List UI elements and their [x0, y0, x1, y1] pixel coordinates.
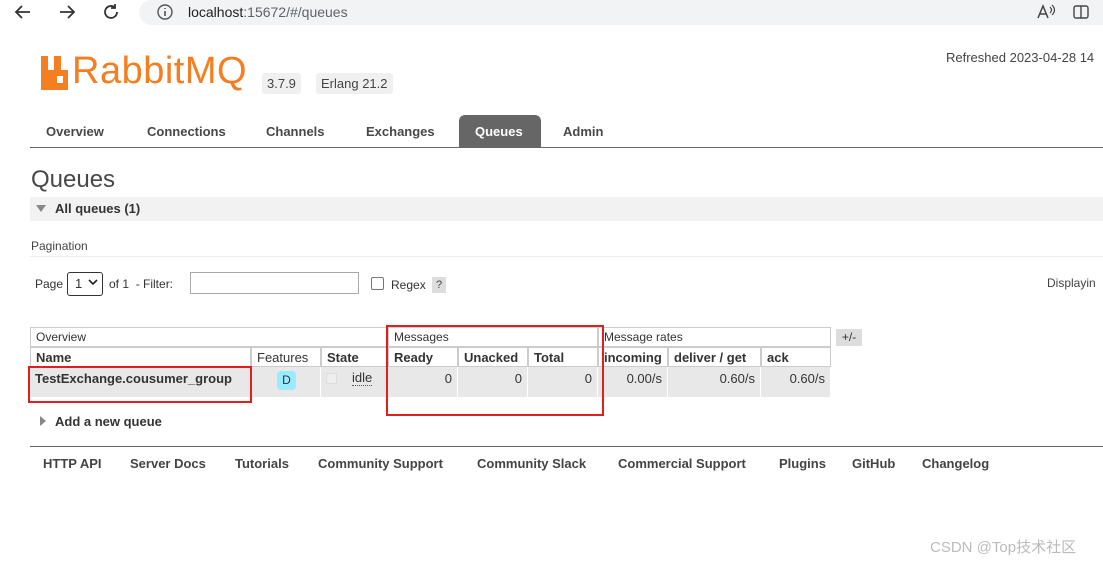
ack-rate: 0.60/s	[761, 367, 831, 397]
column-toggle-button[interactable]: +/-	[836, 329, 862, 346]
displaying-label: Displayin	[1047, 276, 1096, 290]
col-deliver-get[interactable]: deliver / get	[668, 347, 761, 367]
site-info-icon[interactable]	[156, 3, 174, 24]
deliver-get-rate: 0.60/s	[668, 367, 761, 397]
tab-overview[interactable]: Overview	[46, 124, 104, 139]
queue-name-link[interactable]: TestExchange.cousumer_group	[30, 367, 251, 397]
chevron-down-icon	[88, 275, 98, 292]
footer-link-tutorials[interactable]: Tutorials	[235, 456, 289, 471]
help-button[interactable]: ?	[432, 277, 446, 293]
footer-link-github[interactable]: GitHub	[852, 456, 895, 471]
regex-checkbox[interactable]	[371, 277, 384, 290]
rabbitmq-logo-icon	[41, 56, 68, 90]
footer-divider	[30, 446, 1103, 447]
footer-link-community-support[interactable]: Community Support	[318, 456, 443, 471]
footer-link-http-api[interactable]: HTTP API	[43, 456, 102, 471]
tabs-divider	[30, 147, 1103, 148]
col-incoming[interactable]: incoming	[598, 347, 668, 367]
version-badge: 3.7.9	[262, 73, 301, 94]
col-state[interactable]: State	[321, 347, 388, 367]
pagination-divider	[30, 256, 1103, 257]
footer-link-plugins[interactable]: Plugins	[779, 456, 826, 471]
col-ready[interactable]: Ready	[388, 347, 458, 367]
tab-connections[interactable]: Connections	[147, 124, 226, 139]
page-count-and-filter-label: of 1 - Filter:	[109, 277, 173, 291]
state-indicator-icon	[326, 373, 337, 384]
tab-channels[interactable]: Channels	[266, 124, 325, 139]
unacked-value: 0	[458, 367, 528, 397]
reload-icon[interactable]	[100, 1, 122, 23]
filter-label: - Filter:	[135, 277, 174, 291]
back-icon[interactable]	[12, 1, 34, 23]
section-title[interactable]: All queues (1)	[55, 201, 140, 216]
tab-queues[interactable]: Queues	[475, 124, 523, 139]
state-value: idle	[352, 370, 373, 386]
footer-link-commercial-support[interactable]: Commercial Support	[618, 456, 746, 471]
group-overview: Overview	[30, 327, 388, 347]
section-header[interactable]	[30, 197, 1103, 221]
filter-input[interactable]	[190, 272, 359, 294]
ready-value: 0	[388, 367, 458, 397]
total-value: 0	[528, 367, 598, 397]
group-messages: Messages	[388, 327, 598, 347]
page-count: of 1	[109, 277, 130, 291]
col-ack[interactable]: ack	[761, 347, 831, 367]
incoming-rate: 0.00/s	[598, 367, 668, 397]
durable-feature-badge: D	[277, 371, 296, 390]
page-label: Page	[35, 277, 64, 291]
page-title: Queues	[31, 166, 116, 193]
col-features[interactable]: Features	[251, 347, 321, 367]
footer-link-changelog[interactable]: Changelog	[922, 456, 989, 471]
page-select[interactable]: 1	[67, 272, 103, 296]
tab-exchanges[interactable]: Exchanges	[366, 124, 435, 139]
regex-label: Regex	[391, 278, 426, 292]
refreshed-status: Refreshed 2023-04-28 14	[946, 50, 1095, 65]
pagination-label: Pagination	[31, 239, 88, 253]
read-aloud-icon[interactable]	[1036, 3, 1056, 24]
url-text[interactable]: localhost:15672/#/queues	[188, 4, 348, 20]
erlang-badge: Erlang 21.2	[316, 73, 393, 94]
expand-triangle-icon[interactable]	[40, 416, 46, 426]
collapse-triangle-icon[interactable]	[36, 205, 46, 212]
page-select-value: 1	[75, 276, 83, 291]
footer-link-server-docs[interactable]: Server Docs	[130, 456, 206, 471]
col-total[interactable]: Total	[528, 347, 598, 367]
tab-admin[interactable]: Admin	[563, 124, 603, 139]
logo-text: RabbitMQ	[72, 50, 248, 92]
watermark-text: CSDN @Top技术社区	[930, 539, 1077, 556]
add-queue-section[interactable]: Add a new queue	[55, 414, 162, 429]
footer-link-community-slack[interactable]: Community Slack	[477, 456, 586, 471]
col-name[interactable]: Name	[30, 347, 251, 367]
split-view-icon[interactable]	[1072, 3, 1090, 24]
col-unacked[interactable]: Unacked	[458, 347, 528, 367]
group-message-rates: Message rates	[598, 327, 831, 347]
forward-icon[interactable]	[56, 1, 78, 23]
